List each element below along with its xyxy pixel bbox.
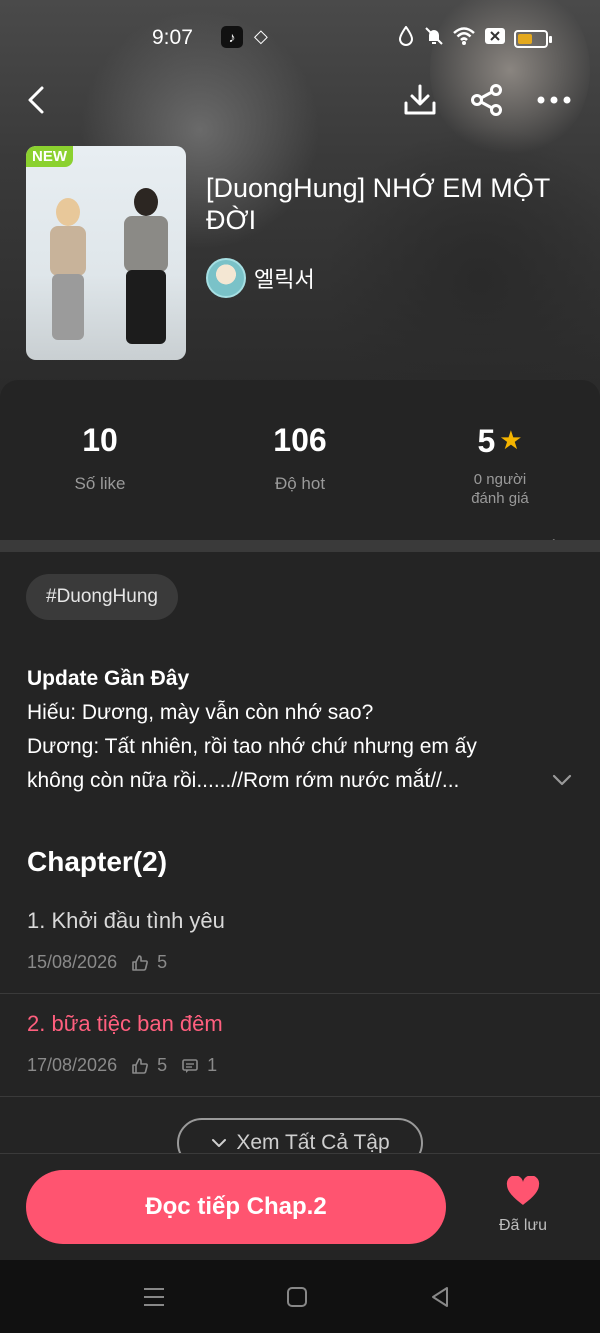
likes-value: 10 [82,422,118,458]
sim-x-icon [484,26,506,51]
menu-icon [144,1288,164,1306]
share-icon [471,84,502,116]
status-bar: 9:07 ♪ ◇ [0,22,600,54]
book-cover[interactable]: NEW [26,146,186,360]
mute-bell-icon [424,26,444,51]
comment-icon [181,1057,199,1075]
expand-update-button[interactable] [548,766,576,794]
star-icon: ★ [499,425,523,455]
home-square-icon [287,1287,307,1307]
drop-icon [398,25,414,51]
more-icon [537,96,571,104]
bottom-action-bar: Đọc tiếp Chap.2 Đã lưu [0,1153,600,1260]
author-avatar [206,258,246,298]
chapter-meta: 15/08/2026 5 [27,952,167,973]
hashtag-chip[interactable]: #DuongHung [26,574,178,620]
update-text-line: không còn nữa rồi......//Rơm rớm nước mắ… [27,769,460,792]
hero-blur-shape [330,120,600,400]
hot-label: Độ hot [274,474,326,493]
chapter-title: 2. bữa tiệc ban đêm [27,1011,223,1036]
chapter-item[interactable]: 2. bữa tiệc ban đêm 17/08/2026 5 1 [0,995,600,1097]
book-title: [DuongHung] NHỚ EM MỘT ĐỜI [206,173,550,235]
diamond-icon: ◇ [254,26,268,46]
cover-figure [124,188,168,344]
chapter-title: 1. Khởi đầu tình yêu [27,908,225,933]
rating-count-label-2: đánh giá [471,490,529,507]
chapter-date: 17/08/2026 [27,1055,118,1075]
back-arrow-icon [28,86,44,114]
top-navigation [0,78,600,122]
new-badge: NEW [26,146,73,167]
chapter-likes: 5 [157,1055,168,1075]
share-button[interactable] [465,78,509,122]
likes-stat: 10 Số like [0,420,200,494]
saved-label: Đã lưu [498,1217,548,1234]
wifi-icon [452,26,476,51]
author-name: 엘릭서 [254,267,315,292]
see-all-label: Xem Tất Cả Tập [236,1131,390,1154]
chapter-meta: 17/08/2026 5 1 [27,1055,217,1076]
chevron-down-icon [552,774,572,786]
chapter-comments: 1 [207,1055,218,1075]
tiktok-icon: ♪ [221,26,243,48]
chapter-heading: Chapter(2) [27,846,168,877]
download-button[interactable] [398,78,442,122]
row-divider [0,993,600,994]
chevron-down-icon [210,1134,228,1152]
hot-stat: 106 Độ hot [200,420,400,494]
thumbs-up-icon [131,954,149,972]
thumbs-up-icon [131,1057,149,1075]
system-nav-bar [0,1260,600,1333]
rating-count-label: 0 người [473,471,527,488]
back-button[interactable] [14,78,58,122]
heart-icon [506,1175,540,1205]
more-button[interactable] [532,78,576,122]
stats-row: 10 Số like 106 Độ hot 5 ★ 0 người đánh gi… [0,420,600,552]
download-icon [404,84,436,115]
update-text-line: Hiếu: Dương, mày vẫn còn nhớ sao? [27,701,374,724]
recent-update: Update Gần Đây Hiếu: Dương, mày vẫn còn … [27,662,547,798]
battery-icon [514,30,552,48]
status-time: 9:07 [152,26,193,49]
hot-value: 106 [273,422,327,458]
detail-panel: 10 Số like 106 Độ hot 5 ★ 0 người đánh gi… [0,380,600,1260]
hero-background: 9:07 ♪ ◇ NEW [DuongHung] NHỚ EM MỘT ĐỜI … [0,0,600,400]
back-nav-button[interactable] [425,1282,455,1312]
likes-label: Số like [74,474,126,493]
row-divider [0,1096,600,1097]
back-triangle-icon [432,1287,448,1307]
home-nav-button[interactable] [282,1282,312,1312]
chapter-date: 15/08/2026 [27,952,118,972]
continue-reading-button[interactable]: Đọc tiếp Chap.2 [26,1170,446,1244]
author-link[interactable]: 엘릭서 [206,258,315,298]
update-title: Update Gần Đây [27,667,190,690]
menu-nav-button[interactable] [139,1282,169,1312]
update-text-line: Dương: Tất nhiên, rồi tao nhớ chứ nhưng … [27,735,477,758]
chapter-likes: 5 [157,952,168,972]
rating-value: 5 [477,423,496,459]
section-divider [0,540,600,552]
chapter-item[interactable]: 1. Khởi đầu tình yêu 15/08/2026 5 [0,892,600,994]
saved-button[interactable]: Đã lưu [490,1175,556,1235]
cover-figure [50,198,86,340]
rating-stat[interactable]: 5 ★ 0 người đánh giá [400,420,600,508]
